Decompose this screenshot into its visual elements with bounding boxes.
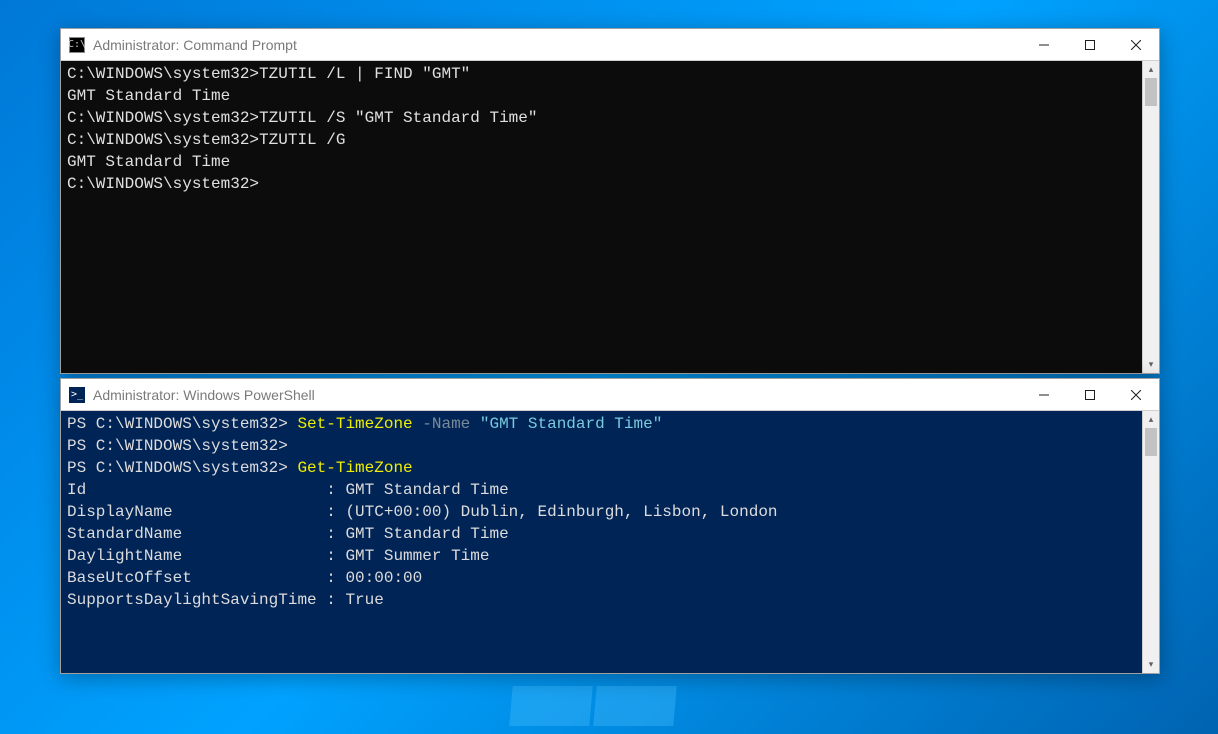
cmd-line: C:\WINDOWS\system32>TZUTIL /G bbox=[67, 129, 1136, 151]
cmd-line: GMT Standard Time bbox=[67, 85, 1136, 107]
window-title-cmd: Administrator: Command Prompt bbox=[93, 37, 1021, 53]
scroll-thumb[interactable] bbox=[1145, 78, 1157, 106]
titlebar-ps[interactable]: >_ Administrator: Windows PowerShell bbox=[61, 379, 1159, 411]
scrollbar-ps[interactable]: ▴ ▾ bbox=[1142, 411, 1159, 673]
maximize-button[interactable] bbox=[1067, 379, 1113, 411]
ps-line: PS C:\WINDOWS\system32> bbox=[67, 435, 1136, 457]
ps-line: PS C:\WINDOWS\system32> Set-TimeZone -Na… bbox=[67, 413, 1136, 435]
close-button[interactable] bbox=[1113, 379, 1159, 411]
cmd-line: C:\WINDOWS\system32>TZUTIL /L | FIND "GM… bbox=[67, 63, 1136, 85]
windows-bg-logo bbox=[509, 684, 709, 734]
window-cmd: C:\ Administrator: Command Prompt C:\WIN… bbox=[60, 28, 1160, 374]
ps-line: PS C:\WINDOWS\system32> Get-TimeZone bbox=[67, 457, 1136, 479]
cmd-line: C:\WINDOWS\system32> bbox=[67, 173, 1136, 195]
window-powershell: >_ Administrator: Windows PowerShell PS … bbox=[60, 378, 1160, 674]
scroll-thumb[interactable] bbox=[1145, 428, 1157, 456]
close-button[interactable] bbox=[1113, 29, 1159, 61]
ps-line: StandardName : GMT Standard Time bbox=[67, 523, 1136, 545]
ps-line: DaylightName : GMT Summer Time bbox=[67, 545, 1136, 567]
titlebar-cmd[interactable]: C:\ Administrator: Command Prompt bbox=[61, 29, 1159, 61]
maximize-button[interactable] bbox=[1067, 29, 1113, 61]
cmd-line: GMT Standard Time bbox=[67, 151, 1136, 173]
console-ps[interactable]: PS C:\WINDOWS\system32> Set-TimeZone -Na… bbox=[61, 411, 1142, 673]
scroll-track[interactable] bbox=[1143, 78, 1159, 356]
window-title-ps: Administrator: Windows PowerShell bbox=[93, 387, 1021, 403]
ps-line: SupportsDaylightSavingTime : True bbox=[67, 589, 1136, 611]
cmd-line: C:\WINDOWS\system32>TZUTIL /S "GMT Stand… bbox=[67, 107, 1136, 129]
scroll-up-icon[interactable]: ▴ bbox=[1143, 411, 1160, 428]
ps-line: DisplayName : (UTC+00:00) Dublin, Edinbu… bbox=[67, 501, 1136, 523]
client-area-ps: PS C:\WINDOWS\system32> Set-TimeZone -Na… bbox=[61, 411, 1159, 673]
minimize-button[interactable] bbox=[1021, 379, 1067, 411]
scroll-up-icon[interactable]: ▴ bbox=[1143, 61, 1160, 78]
console-cmd[interactable]: C:\WINDOWS\system32>TZUTIL /L | FIND "GM… bbox=[61, 61, 1142, 373]
ps-line: Id : GMT Standard Time bbox=[67, 479, 1136, 501]
powershell-icon: >_ bbox=[69, 387, 85, 403]
cmd-icon: C:\ bbox=[69, 37, 85, 53]
scroll-down-icon[interactable]: ▾ bbox=[1143, 656, 1160, 673]
scrollbar-cmd[interactable]: ▴ ▾ bbox=[1142, 61, 1159, 373]
scroll-track[interactable] bbox=[1143, 428, 1159, 656]
client-area-cmd: C:\WINDOWS\system32>TZUTIL /L | FIND "GM… bbox=[61, 61, 1159, 373]
scroll-down-icon[interactable]: ▾ bbox=[1143, 356, 1160, 373]
ps-line: BaseUtcOffset : 00:00:00 bbox=[67, 567, 1136, 589]
minimize-button[interactable] bbox=[1021, 29, 1067, 61]
